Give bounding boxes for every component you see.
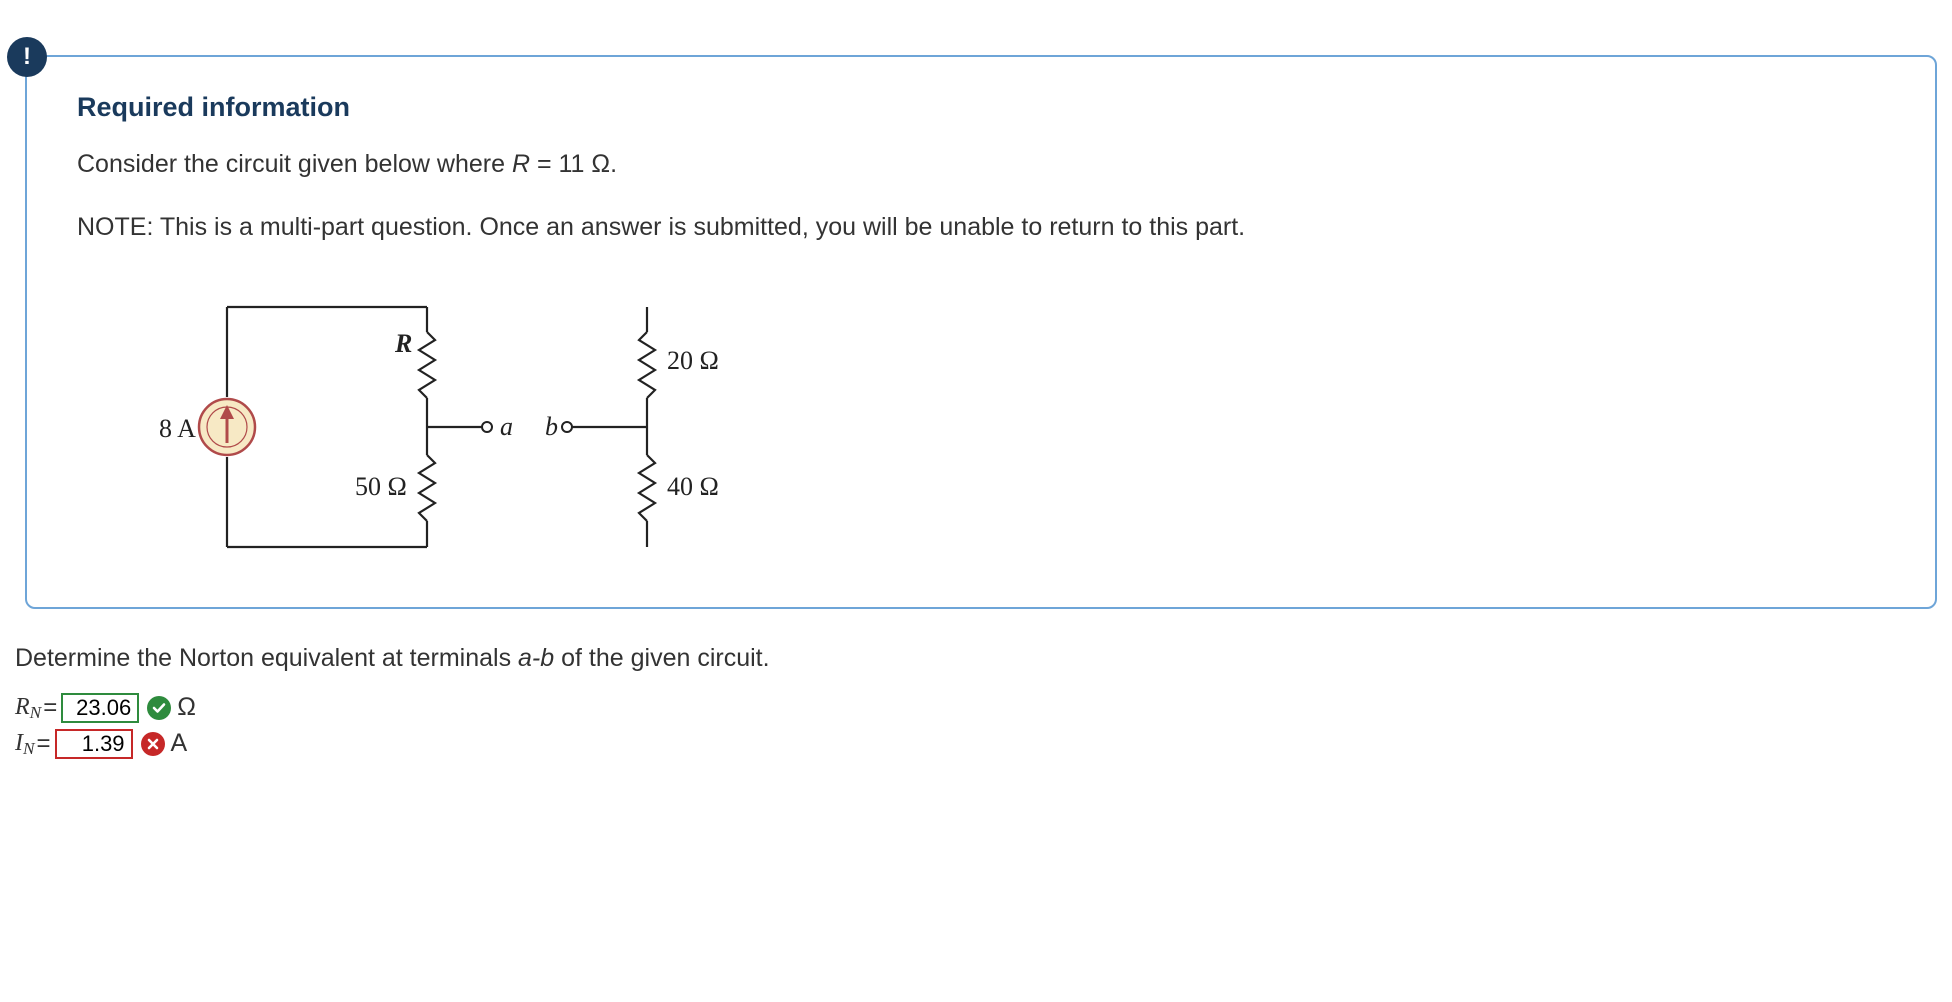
question-terms: a-b bbox=[518, 644, 554, 672]
in-input[interactable] bbox=[55, 729, 133, 759]
resistor-40-label: 40 Ω bbox=[667, 472, 719, 501]
terminal-a-icon bbox=[482, 422, 492, 432]
required-info-callout: ! Required information Consider the circ… bbox=[25, 55, 1937, 609]
circuit-diagram: 8 A R a 50 Ω b bbox=[107, 277, 1885, 577]
rn-input[interactable] bbox=[61, 693, 139, 723]
resistor-50-label: 50 Ω bbox=[355, 472, 407, 501]
callout-body: Consider the circuit given below where R… bbox=[77, 145, 1885, 247]
required-info-title: Required information bbox=[77, 92, 1885, 123]
intro-eq: = 11 Ω. bbox=[530, 150, 617, 178]
in-var: I bbox=[15, 730, 23, 757]
resistor-20-label: 20 Ω bbox=[667, 346, 719, 375]
note-text: NOTE: This is a multi-part question. Onc… bbox=[77, 208, 1885, 247]
x-icon bbox=[141, 732, 165, 756]
answers-block: RN = Ω IN = A bbox=[15, 693, 1952, 759]
in-sub: N bbox=[23, 739, 35, 759]
rn-unit: Ω bbox=[177, 693, 196, 722]
in-unit: A bbox=[171, 729, 188, 758]
intro-prefix: Consider the circuit given below where bbox=[77, 150, 512, 178]
question-prefix: Determine the Norton equivalent at termi… bbox=[15, 644, 518, 672]
alert-icon: ! bbox=[7, 37, 47, 77]
intro-var: R bbox=[512, 150, 530, 178]
resistor-R-label: R bbox=[394, 329, 412, 358]
source-label: 8 A bbox=[159, 414, 196, 443]
rn-var: R bbox=[15, 694, 30, 721]
answer-row-in: IN = A bbox=[15, 729, 1952, 759]
terminal-b-label: b bbox=[545, 412, 558, 441]
terminal-a-label: a bbox=[500, 412, 513, 441]
answer-row-rn: RN = Ω bbox=[15, 693, 1952, 723]
equals-sign: = bbox=[37, 730, 51, 758]
equals-sign: = bbox=[43, 694, 57, 722]
question-text: Determine the Norton equivalent at termi… bbox=[15, 644, 1952, 673]
check-icon bbox=[147, 696, 171, 720]
question-suffix: of the given circuit. bbox=[554, 644, 769, 672]
rn-sub: N bbox=[30, 703, 42, 723]
terminal-b-icon bbox=[562, 422, 572, 432]
